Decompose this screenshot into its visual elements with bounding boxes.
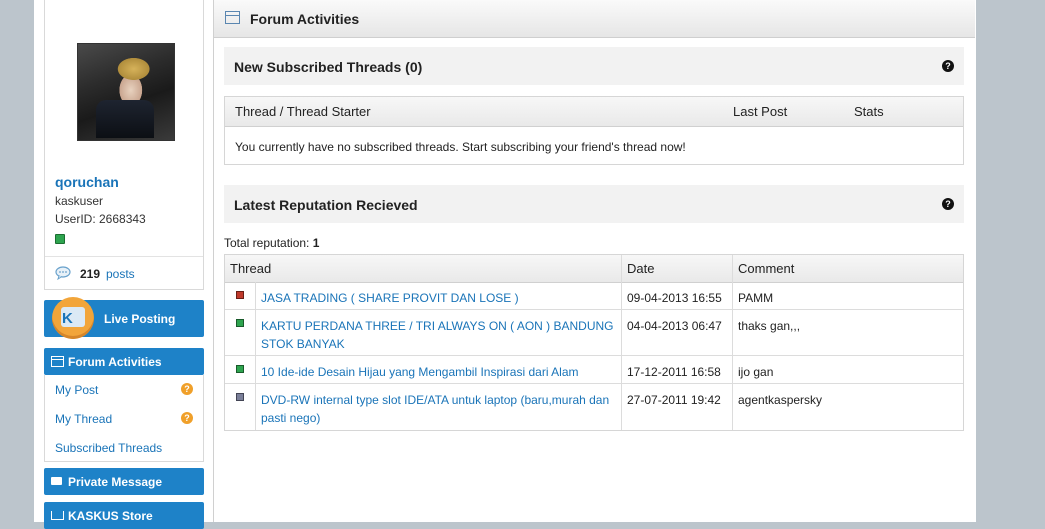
usergroup-label: kaskuser bbox=[55, 194, 104, 208]
forum-activities-menu-header[interactable]: Forum Activities bbox=[44, 348, 204, 375]
thread-link[interactable]: JASA TRADING ( SHARE PROVIT DAN LOSE ) bbox=[261, 289, 616, 307]
total-reputation-label: Total reputation: bbox=[224, 236, 310, 250]
subscribed-section-header: New Subscribed Threads (0) ? bbox=[224, 47, 964, 85]
posts-row: 219 posts bbox=[45, 256, 203, 290]
submenu-item-my-post[interactable]: My Post ? bbox=[45, 375, 203, 404]
total-reputation-value: 1 bbox=[312, 236, 320, 250]
column-header-stats: Stats bbox=[854, 104, 884, 119]
forum-activities-icon bbox=[225, 11, 240, 24]
main-header: Forum Activities bbox=[214, 0, 975, 38]
subscribed-threads-table: Thread / Thread Starter Last Post Stats … bbox=[224, 96, 964, 165]
column-header-thread: Thread bbox=[230, 261, 272, 276]
page-title: Forum Activities bbox=[250, 11, 360, 27]
table-header: Thread / Thread Starter Last Post Stats bbox=[225, 97, 963, 127]
submenu-item-my-thread[interactable]: My Thread ? bbox=[45, 404, 203, 433]
posts-link[interactable]: posts bbox=[106, 267, 135, 281]
total-reputation: Total reputation: 1 bbox=[224, 236, 319, 250]
envelope-icon bbox=[51, 477, 62, 485]
thread-link[interactable]: KARTU PERDANA THREE / TRI ALWAYS ON ( AO… bbox=[261, 317, 616, 353]
thread-link[interactable]: DVD-RW internal type slot IDE/ATA untuk … bbox=[261, 391, 616, 427]
posts-count: 219 bbox=[80, 267, 101, 281]
username-link[interactable]: qoruchan bbox=[55, 174, 119, 190]
live-posting-button[interactable]: K Live Posting bbox=[44, 297, 204, 339]
reputation-date: 27-07-2011 19:42 bbox=[627, 393, 721, 407]
profile-card: qoruchan kaskuser UserID: 2668343 219 po… bbox=[44, 0, 204, 290]
help-icon[interactable]: ? bbox=[942, 60, 954, 72]
reputation-comment: PAMM bbox=[738, 291, 774, 305]
speech-bubble-icon bbox=[55, 266, 71, 280]
table-row: KARTU PERDANA THREE / TRI ALWAYS ON ( AO… bbox=[225, 310, 963, 356]
live-posting-label: Live Posting bbox=[104, 312, 176, 326]
submenu-item-label: My Thread bbox=[55, 412, 113, 426]
submenu-item-label: My Post bbox=[55, 383, 99, 397]
submenu-item-subscribed-threads[interactable]: Subscribed Threads bbox=[45, 433, 203, 462]
empty-state-message: You currently have no subscribed threads… bbox=[235, 140, 686, 154]
avatar[interactable] bbox=[77, 43, 175, 141]
reputation-section-header: Latest Reputation Recieved ? bbox=[224, 185, 964, 223]
private-message-label: Private Message bbox=[68, 475, 163, 489]
reputation-status-icon bbox=[236, 393, 244, 401]
reputation-status-icon bbox=[236, 319, 244, 327]
table-row: DVD-RW internal type slot IDE/ATA untuk … bbox=[225, 384, 963, 429]
reputation-date: 09-04-2013 16:55 bbox=[627, 291, 722, 305]
table-row: JASA TRADING ( SHARE PROVIT DAN LOSE ) 0… bbox=[225, 282, 963, 310]
page: qoruchan kaskuser UserID: 2668343 219 po… bbox=[34, 0, 976, 529]
column-header-comment: Comment bbox=[738, 261, 795, 276]
forum-activities-label: Forum Activities bbox=[68, 355, 162, 369]
reputation-comment: agentkaspersky bbox=[738, 393, 823, 407]
submenu-item-label: Subscribed Threads bbox=[55, 441, 163, 455]
forum-activities-icon bbox=[51, 356, 64, 367]
store-icon bbox=[51, 511, 64, 520]
reputation-comment: ijo gan bbox=[738, 365, 774, 379]
reputation-section-title: Latest Reputation Recieved bbox=[234, 197, 418, 213]
reputation-status-icon bbox=[236, 365, 244, 373]
column-header-date: Date bbox=[627, 261, 655, 276]
help-icon[interactable]: ? bbox=[942, 198, 954, 210]
main-content: Forum Activities New Subscribed Threads … bbox=[213, 0, 975, 522]
reputation-date: 04-04-2013 06:47 bbox=[627, 319, 722, 333]
reputation-date: 17-12-2011 16:58 bbox=[627, 365, 721, 379]
userid-label: UserID: 2668343 bbox=[55, 212, 146, 226]
table-row: 10 Ide-ide Desain Hijau yang Mengambil I… bbox=[225, 356, 963, 384]
forum-activities-submenu: My Post ? My Thread ? Subscribed Threads bbox=[44, 375, 204, 462]
kaskus-store-button[interactable]: KASKUS Store bbox=[44, 502, 204, 529]
online-status-icon bbox=[55, 234, 65, 244]
reputation-comment: thaks gan,,, bbox=[738, 319, 801, 333]
reputation-table: Thread Date Comment JASA TRADING ( SHARE… bbox=[224, 254, 964, 431]
kaskus-logo-icon bbox=[52, 297, 94, 339]
subscribed-section-title: New Subscribed Threads (0) bbox=[234, 59, 423, 75]
table-header: Thread Date Comment bbox=[225, 255, 963, 283]
thread-link[interactable]: 10 Ide-ide Desain Hijau yang Mengambil I… bbox=[261, 363, 616, 381]
kaskus-store-label: KASKUS Store bbox=[68, 509, 153, 523]
kaskus-k-icon: K bbox=[62, 310, 73, 327]
help-icon[interactable]: ? bbox=[181, 383, 193, 395]
help-icon[interactable]: ? bbox=[181, 412, 193, 424]
private-message-button[interactable]: Private Message bbox=[44, 468, 204, 495]
column-header-thread: Thread / Thread Starter bbox=[235, 104, 371, 119]
reputation-status-icon bbox=[236, 291, 244, 299]
column-header-last-post: Last Post bbox=[733, 104, 788, 119]
